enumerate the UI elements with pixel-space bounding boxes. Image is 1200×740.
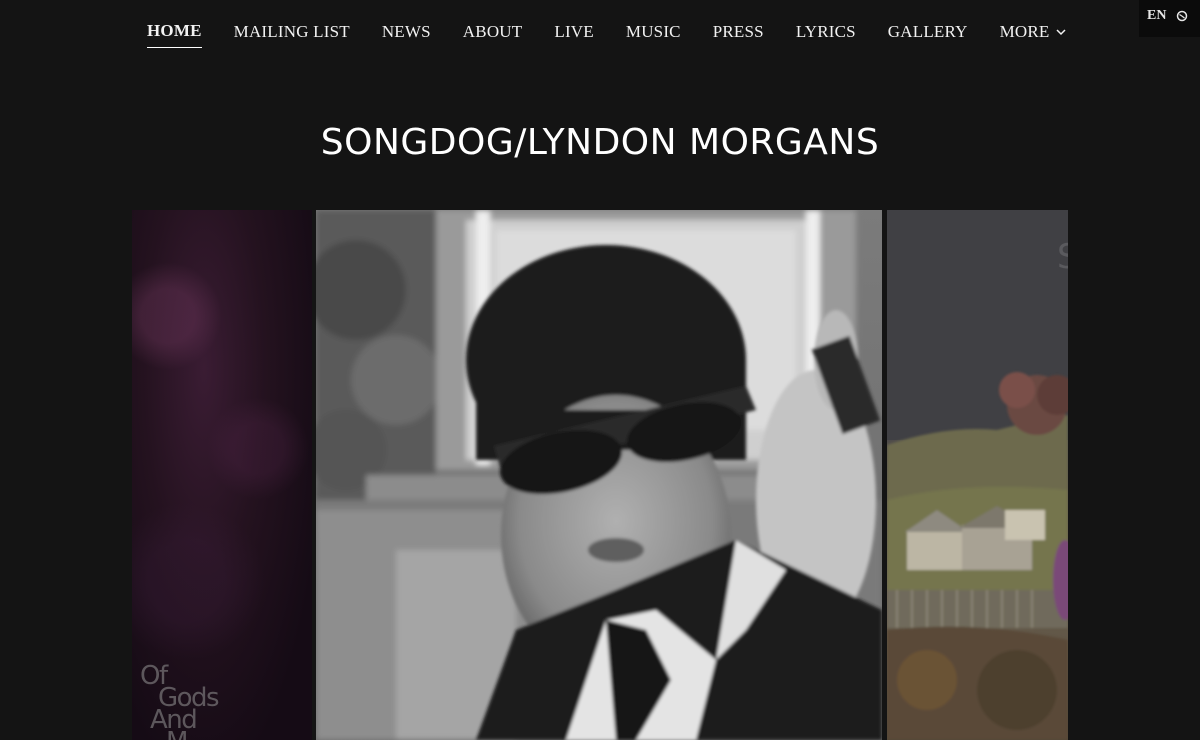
carousel-slide-next[interactable]: S bbox=[887, 210, 1068, 740]
language-selector[interactable]: EN bbox=[1139, 0, 1200, 37]
globe-icon bbox=[1176, 10, 1188, 22]
nav-menu: HOME MAILING LIST NEWS ABOUT LIVE MUSIC … bbox=[147, 21, 1098, 48]
nav-item-more[interactable]: MORE bbox=[1000, 21, 1066, 48]
painting-cover-letter: S bbox=[1057, 237, 1068, 277]
nav-item-about[interactable]: ABOUT bbox=[463, 21, 523, 48]
language-code: EN bbox=[1147, 8, 1167, 23]
carousel-slide-current[interactable] bbox=[316, 210, 882, 740]
nav-item-mailing-list[interactable]: MAILING LIST bbox=[234, 21, 350, 48]
carousel-slide-previous[interactable]: Of Gods And M bbox=[132, 210, 312, 740]
nav-item-more-label: MORE bbox=[999, 21, 1050, 41]
nav-item-press[interactable]: PRESS bbox=[713, 21, 764, 48]
nav-item-gallery[interactable]: GALLERY bbox=[888, 21, 968, 48]
nav-item-home[interactable]: HOME bbox=[147, 21, 202, 48]
image-carousel[interactable]: Of Gods And M bbox=[132, 210, 1068, 740]
nav-item-music[interactable]: MUSIC bbox=[626, 21, 681, 48]
nav-item-live[interactable]: LIVE bbox=[554, 21, 594, 48]
landscape-painting: S bbox=[887, 210, 1068, 740]
portrait-photo bbox=[316, 210, 882, 740]
top-navigation: HOME MAILING LIST NEWS ABOUT LIVE MUSIC … bbox=[0, 0, 1200, 64]
page-title: SONGDOG/LYNDON MORGANS bbox=[320, 122, 880, 163]
album-cover-title: Of Gods And M bbox=[140, 663, 220, 740]
nav-item-lyrics[interactable]: LYRICS bbox=[796, 21, 856, 48]
chevron-down-icon bbox=[1055, 27, 1066, 37]
nav-item-news[interactable]: NEWS bbox=[382, 21, 431, 48]
